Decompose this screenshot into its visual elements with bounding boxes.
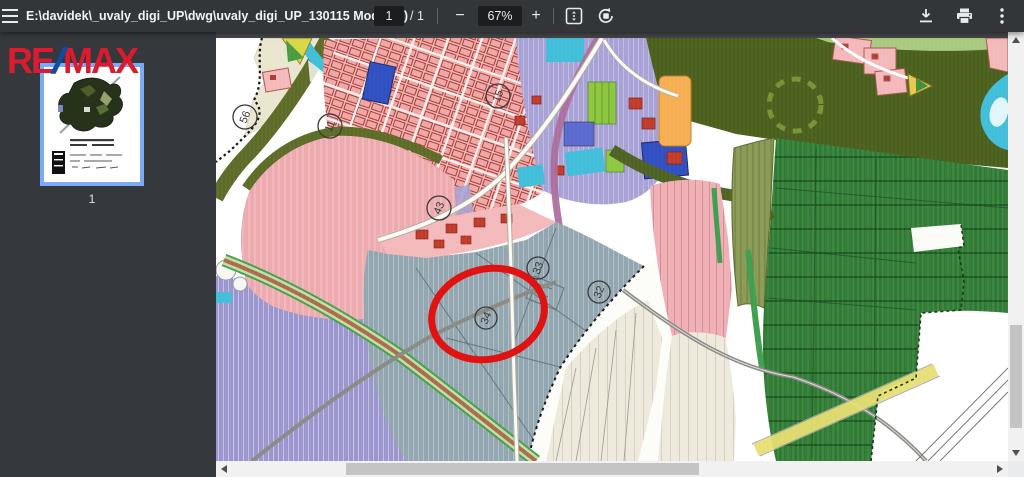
print-icon xyxy=(956,8,973,24)
download-button[interactable] xyxy=(912,2,940,30)
remax-logo-max: MAX xyxy=(63,40,137,81)
more-options-button[interactable] xyxy=(988,2,1016,30)
menu-button[interactable] xyxy=(0,2,24,30)
document-area: 56 11 15 43 33 34 32 xyxy=(216,32,1024,477)
fit-page-icon xyxy=(565,7,583,25)
zoning-map: 56 11 15 43 33 34 32 xyxy=(216,38,1008,461)
vertical-scrollbar[interactable] xyxy=(1008,32,1024,461)
remax-logo-re: RE xyxy=(7,40,53,81)
pdf-viewer-window: E:\davidek\_uvaly_digi_UP\dwg\uvaly_digi… xyxy=(0,0,1024,477)
zoom-level[interactable]: 67% xyxy=(478,6,522,26)
thumbnail-page-number: 1 xyxy=(0,192,184,206)
zoom-in-button[interactable]: + xyxy=(522,2,550,30)
hamburger-icon xyxy=(2,9,18,23)
scrollbar-corner xyxy=(1008,461,1024,477)
horizontal-scrollbar-thumb[interactable] xyxy=(346,463,699,475)
thumbnail-sidebar: 1 xyxy=(0,32,216,477)
download-icon xyxy=(918,8,934,24)
fit-page-button[interactable] xyxy=(560,2,588,30)
zoom-out-button[interactable]: − xyxy=(446,2,474,30)
vertical-scrollbar-thumb[interactable] xyxy=(1010,325,1022,428)
document-title: E:\davidek\_uvaly_digi_UP\dwg\uvaly_digi… xyxy=(26,0,408,32)
scroll-right-arrow[interactable] xyxy=(997,465,1003,473)
toolbar-divider xyxy=(437,8,438,24)
pdf-toolbar: E:\davidek\_uvaly_digi_UP\dwg\uvaly_digi… xyxy=(0,0,1024,32)
print-button[interactable] xyxy=(950,2,978,30)
scroll-up-arrow[interactable] xyxy=(1012,37,1020,43)
pdf-page-canvas[interactable]: 56 11 15 43 33 34 32 xyxy=(216,38,1008,461)
scroll-down-arrow[interactable] xyxy=(1012,450,1020,456)
rotate-button[interactable] xyxy=(592,2,620,30)
remax-logo: RE/MAX xyxy=(7,40,137,82)
toolbar-divider xyxy=(553,8,554,24)
thumbnail-image xyxy=(44,67,140,182)
rotate-icon xyxy=(597,7,615,25)
page-count: / 1 xyxy=(410,0,424,32)
kebab-icon xyxy=(1000,8,1004,24)
horizontal-scrollbar[interactable] xyxy=(216,461,1008,477)
page-input[interactable]: 1 xyxy=(374,6,404,26)
scroll-left-arrow[interactable] xyxy=(221,465,227,473)
